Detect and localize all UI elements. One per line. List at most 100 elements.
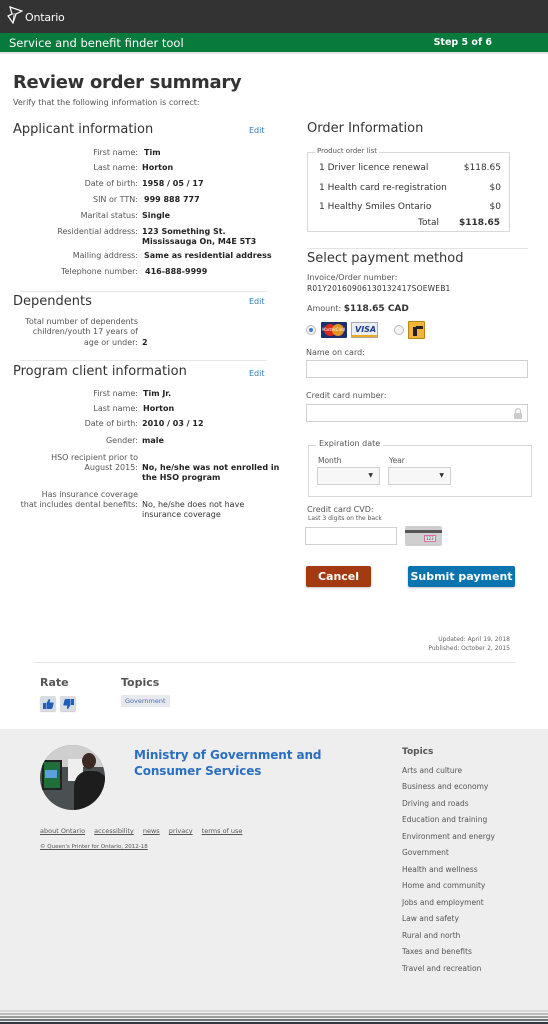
footer-topic-link[interactable]: Travel and recreation [402,964,481,973]
footer-topic-link[interactable]: Home and community [402,881,485,890]
lock-icon [514,408,522,419]
ontario-logo[interactable]: Ontario [7,5,65,24]
amount-value: $118.65 CAD [343,304,409,314]
order-item-price: $118.65 [463,163,501,173]
order-item-name: 1 Driver licence renewal [319,163,429,173]
published-date: Published: October 2, 2015 [428,645,510,652]
footer-link-accessibility[interactable]: accessibility [94,827,134,835]
topic-tag-government[interactable]: Government [121,695,170,707]
copyright-link[interactable]: © Queen's Printer for Ontario, 2012-18 [40,844,148,850]
footer-link-terms[interactable]: terms of use [202,827,243,835]
field-label: Date of birth: [84,179,138,188]
field-value-line2: insurance coverage [142,510,221,519]
footer-stripes-decoration [0,1010,548,1024]
footer-topic-link[interactable]: Rural and north [402,931,460,940]
submit-payment-button[interactable]: Submit payment [408,566,515,587]
footer-topic-link[interactable]: Jobs and employment [402,898,484,907]
field-value: Tim [144,148,161,157]
section-divider [20,360,267,361]
field-label-line3: age or under: [83,338,138,347]
cvd-hint: Last 3 digits on the back [308,515,382,522]
payment-option-credit-radio[interactable] [306,325,316,335]
card-number-input[interactable] [306,404,528,422]
field-label: Last name: [93,163,138,172]
cancel-button[interactable]: Cancel [306,566,371,587]
page-title: Review order summary [13,72,242,93]
caret-down-icon: ▼ [439,472,444,479]
page-subtitle: Verify that the following information is… [13,98,200,107]
cvd-sample: 123 [424,535,436,542]
topics-title: Topics [121,676,160,689]
footer-topic-link[interactable]: Government [402,848,449,857]
invoice-label: Invoice/Order number: [307,273,398,282]
thumbs-up-button[interactable] [40,696,56,711]
mastercard-icon: MasterCard [321,322,347,338]
field-value: No, he/she was not enrolled in [142,463,280,472]
thumbs-down-button[interactable] [60,696,76,711]
footer-link-news[interactable]: news [143,827,160,835]
order-total-label: Total [418,218,440,228]
month-select[interactable]: ▼ [317,467,380,485]
field-value: Same as residential address [144,251,272,260]
order-item: 1 Driver licence renewal $118.65 [319,163,501,173]
card-back-cvd-icon: 123 [405,526,442,546]
field-label-line2: August 2015: [84,463,138,472]
field-value: 2 [142,338,148,347]
order-item-price: $0 [489,202,501,212]
footer-topic-link[interactable]: Health and wellness [402,865,478,874]
field-value: Horton [143,404,175,413]
footer-link-privacy[interactable]: privacy [169,827,193,835]
footer-topic-link[interactable]: Education and training [402,815,487,824]
invoice-number: R01Y20160906130132417SOEWEB1 [307,284,451,293]
applicant-section-title: Applicant information [13,122,154,137]
footer-topic-link[interactable]: Arts and culture [402,766,462,775]
field-label-line1: Has insurance coverage [41,490,138,499]
field-label: Marital status: [80,211,138,220]
field-value: 2010 / 03 / 12 [142,419,204,428]
applicant-edit-link[interactable]: Edit [249,126,265,135]
field-label: Gender: [105,436,138,445]
footer-topic-link[interactable]: Law and safety [402,914,459,923]
field-label: Mailing address: [72,251,138,260]
footer-topic-link[interactable]: Driving and roads [402,799,469,808]
footer-topic-link[interactable]: Taxes and benefits [402,947,472,956]
field-label: Last name: [93,404,138,413]
section-divider [20,291,267,292]
tool-title: Service and benefit finder tool [9,36,184,50]
name-on-card-input[interactable] [306,360,528,378]
order-item-price: $0 [489,183,501,193]
field-value: 1958 / 05 / 17 [142,179,204,188]
rate-title: Rate [40,676,69,689]
year-select[interactable]: ▼ [388,467,451,485]
thumbs-down-icon [62,698,74,709]
field-label: First name: [93,148,138,157]
footer-topic-link[interactable]: Business and economy [402,782,488,791]
step-indicator: Step 5 of 6 [433,37,492,48]
order-item-name: 1 Healthy Smiles Ontario [319,202,432,212]
ministry-name[interactable]: Ministry of Government and Consumer Serv… [134,747,322,779]
program-client-edit-link[interactable]: Edit [249,369,265,378]
footer-topic-link[interactable]: Environment and energy [402,832,495,841]
dependents-edit-link[interactable]: Edit [249,297,265,306]
order-item: 1 Healthy Smiles Ontario $0 [319,202,501,212]
footer-topics-title: Topics [402,747,434,757]
page-divider [33,662,516,663]
field-value-line2: the HSO program [142,473,221,482]
field-value: Single [142,211,171,220]
cvd-input[interactable] [305,527,397,545]
order-item: 1 Health card re-registration $0 [319,183,501,193]
order-item-name: 1 Health card re-registration [319,183,447,193]
visa-icon: VISA [351,322,378,338]
footer-link-about[interactable]: about Ontario [40,827,85,835]
field-label-line2: that includes dental benefits: [20,500,138,509]
field-label-line2: children/youth 17 years of [32,327,138,336]
payment-option-interac-radio[interactable] [394,325,404,335]
field-value: No, he/she does not have [142,500,245,509]
field-label: Date of birth: [84,419,138,428]
dependents-section-title: Dependents [13,294,92,309]
field-value: Tim Jr. [143,389,172,398]
amount-label: Amount: [307,304,342,313]
payment-amount: Amount: $118.65 CAD [307,304,409,314]
field-value: 416-888-9999 [145,267,208,276]
name-on-card-label: Name on card: [306,348,365,357]
